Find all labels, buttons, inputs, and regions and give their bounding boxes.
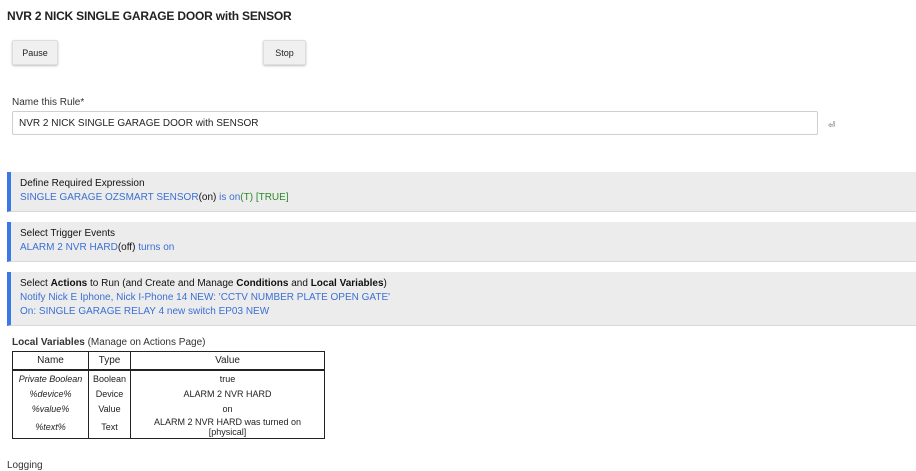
rule-name-input[interactable] [12,111,818,135]
action-line: On: SINGLE GARAGE RELAY 4 new switch EP0… [20,306,270,317]
local-variables-table: Name Type Value Private Boolean Boolean … [12,351,326,439]
var-type: Device [87,386,132,401]
actions-title-bold: Conditions [236,278,289,289]
var-name: %value% [12,401,89,416]
var-value: on [130,401,326,416]
expression-state: (on) [198,192,217,203]
expression-device: SINGLE GARAGE OZSMART SENSOR [20,192,199,203]
var-type: Text [87,416,132,439]
trigger-event: turns on [135,242,175,253]
triggers-section[interactable]: Select Trigger Events ALARM 2 NVR HARD(o… [7,222,916,262]
trigger-summary: ALARM 2 NVR HARD(off) turns on [20,241,916,255]
table-header-row: Name Type Value [12,351,326,371]
rule-name-label: Name this Rule* [12,97,85,108]
expression-section[interactable]: Define Required Expression SINGLE GARAGE… [7,172,916,212]
triggers-title: Select Trigger Events [20,228,116,239]
table-row: %text% Text ALARM 2 NVR HARD was turned … [12,416,326,439]
table-row: %value% Value on [12,401,326,416]
logging-heading: Logging [7,460,43,471]
expression-condition: is on [216,192,241,203]
column-header-name: Name [12,351,89,371]
local-variables-heading: Local Variables (Manage on Actions Page) [12,337,205,348]
return-icon[interactable]: ⏎ [828,120,838,130]
expression-summary: SINGLE GARAGE OZSMART SENSOR(on) is on(T… [20,191,916,205]
var-value: ALARM 2 NVR HARD [130,386,326,401]
actions-title-part: Select [20,278,51,289]
actions-title-part: ) [383,278,387,289]
local-variables-title: Local Variables [12,337,85,348]
stop-button[interactable]: Stop [263,40,306,65]
trigger-state: (off) [117,242,136,253]
var-type: Value [87,401,132,416]
page-title: NVR 2 NICK SINGLE GARAGE DOOR with SENSO… [7,9,292,23]
column-header-value: Value [130,351,326,371]
expression-title: Define Required Expression [20,178,145,189]
pause-button[interactable]: Pause [12,40,58,65]
expression-truth: (T) [TRUE] [240,192,289,203]
local-variables-note: (Manage on Actions Page) [84,337,206,348]
var-value: ALARM 2 NVR HARD was turned on [physical… [130,416,326,439]
trigger-device: ALARM 2 NVR HARD [20,242,118,253]
var-value: true [130,370,326,386]
actions-title-part: and [288,278,311,289]
var-name: %text% [12,416,89,439]
table-row: Private Boolean Boolean true [12,370,326,386]
column-header-type: Type [87,351,132,371]
actions-title-bold: Actions [50,278,88,289]
actions-title-bold: Local Variables [310,278,384,289]
actions-section[interactable]: Select Actions to Run (and Create and Ma… [7,272,916,326]
actions-title-part: to Run (and Create and Manage [87,278,237,289]
table-row: %device% Device ALARM 2 NVR HARD [12,386,326,401]
var-type: Boolean [87,370,132,386]
action-line: Notify Nick E Iphone, Nick I-Phone 14 NE… [20,292,391,303]
var-name: Private Boolean [12,370,89,386]
var-name: %device% [12,386,89,401]
actions-title: Select Actions to Run (and Create and Ma… [20,277,916,291]
